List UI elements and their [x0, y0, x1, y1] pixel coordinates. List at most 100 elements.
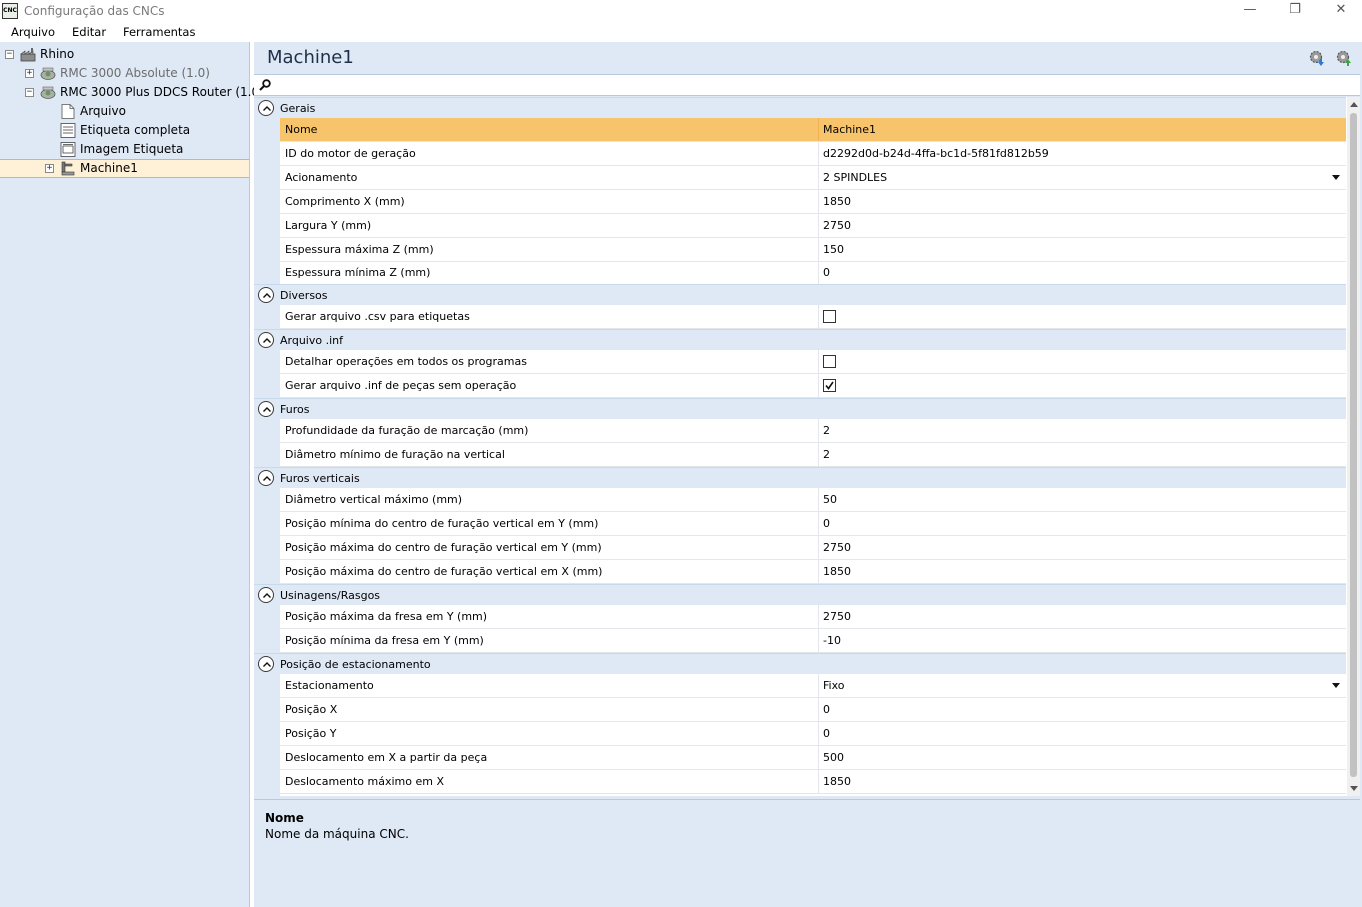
- menu-arquivo[interactable]: Arquivo: [11, 25, 55, 39]
- tree-node-imagem[interactable]: Imagem Etiqueta: [0, 140, 249, 159]
- collapse-icon[interactable]: −: [5, 50, 14, 59]
- property-row-fresa-max-y[interactable]: Posição máxima da fresa em Y (mm) 2750: [280, 605, 1346, 629]
- property-name: Posição X: [285, 703, 338, 716]
- collapse-category-icon[interactable]: [258, 100, 274, 116]
- collapse-category-icon[interactable]: [258, 287, 274, 303]
- property-row-posicao-y[interactable]: Posição Y 0: [280, 722, 1346, 746]
- property-value-field[interactable]: 1850: [818, 190, 1346, 213]
- minimize-button[interactable]: —: [1227, 0, 1273, 22]
- property-row-estacionamento[interactable]: Estacionamento Fixo: [280, 674, 1346, 698]
- category-furos-verticais[interactable]: Furos verticais: [254, 467, 1346, 488]
- vertical-scrollbar[interactable]: [1347, 97, 1360, 796]
- property-row-pos-min-y[interactable]: Posição mínima do centro de furação vert…: [280, 512, 1346, 536]
- property-value-field[interactable]: 50: [818, 488, 1346, 511]
- gerar-inf-checkbox[interactable]: [823, 379, 836, 392]
- property-value-field[interactable]: 0: [818, 512, 1346, 535]
- collapse-category-icon[interactable]: [258, 470, 274, 486]
- collapse-category-icon[interactable]: [258, 656, 274, 672]
- detalhar-checkbox[interactable]: [823, 355, 836, 368]
- property-row-deslocamento[interactable]: Deslocamento em X a partir da peça 500: [280, 746, 1346, 770]
- csv-checkbox[interactable]: [823, 310, 836, 323]
- property-row-pos-max-y[interactable]: Posição máxima do centro de furação vert…: [280, 536, 1346, 560]
- collapse-icon[interactable]: −: [25, 88, 34, 97]
- estacionamento-dropdown[interactable]: Fixo: [818, 674, 1346, 697]
- property-value-field[interactable]: -10: [818, 629, 1346, 652]
- property-value-field[interactable]: 0: [818, 722, 1346, 745]
- property-name: Gerar arquivo .inf de peças sem operação: [285, 379, 517, 392]
- property-value-field[interactable]: 150: [818, 238, 1346, 261]
- property-value-field[interactable]: 2: [818, 443, 1346, 466]
- property-row-posicao-x[interactable]: Posição X 0: [280, 698, 1346, 722]
- property-row-pos-max-x[interactable]: Posição máxima do centro de furação vert…: [280, 560, 1346, 584]
- close-button[interactable]: ✕: [1318, 0, 1362, 22]
- property-row-profundidade[interactable]: Profundidade da furação de marcação (mm)…: [280, 419, 1346, 443]
- description-panel: Nome Nome da máquina CNC.: [254, 799, 1360, 905]
- category-estacionamento[interactable]: Posição de estacionamento: [254, 653, 1346, 674]
- scroll-up-icon[interactable]: [1350, 102, 1358, 107]
- property-row-comprimento-x[interactable]: Comprimento X (mm) 1850: [280, 190, 1346, 214]
- property-row-diametro-max[interactable]: Diâmetro vertical máximo (mm) 50: [280, 488, 1346, 512]
- tree-node-machine-a[interactable]: + RMC 3000 Absolute (1.0): [0, 64, 249, 83]
- tree-node-machine1[interactable]: + Machine1: [0, 159, 249, 178]
- collapse-category-icon[interactable]: [258, 587, 274, 603]
- property-value: 0: [823, 727, 830, 740]
- acionamento-dropdown[interactable]: 2 SPINDLES: [818, 166, 1346, 189]
- property-row-csv[interactable]: Gerar arquivo .csv para etiquetas: [280, 305, 1346, 329]
- tree-node-etiqueta[interactable]: Etiqueta completa: [0, 121, 249, 140]
- property-row-espessura-max[interactable]: Espessura máxima Z (mm) 150: [280, 238, 1346, 262]
- property-value-field[interactable]: 1850: [818, 770, 1346, 793]
- property-row-largura-y[interactable]: Largura Y (mm) 2750: [280, 214, 1346, 238]
- property-value-field[interactable]: 1850: [818, 560, 1346, 583]
- category-gerais[interactable]: Gerais: [254, 97, 1346, 118]
- menu-ferramentas[interactable]: Ferramentas: [123, 25, 195, 39]
- property-name: Largura Y (mm): [285, 219, 372, 232]
- tree-label-etiqueta: Etiqueta completa: [80, 123, 191, 137]
- property-value-field[interactable]: Machine1: [818, 118, 1346, 141]
- menu-editar[interactable]: Editar: [72, 25, 106, 39]
- dropdown-arrow-icon[interactable]: [1332, 175, 1340, 180]
- property-row-detalhar[interactable]: Detalhar operações em todos os programas: [280, 350, 1346, 374]
- category-furos[interactable]: Furos: [254, 398, 1346, 419]
- tree-node-rhino[interactable]: − Rhino: [0, 45, 249, 64]
- scroll-thumb[interactable]: [1350, 113, 1357, 777]
- property-value-field[interactable]: 2750: [818, 605, 1346, 628]
- expand-icon[interactable]: +: [45, 164, 54, 173]
- property-value: 1850: [823, 195, 851, 208]
- property-row-gerar-inf[interactable]: Gerar arquivo .inf de peças sem operação: [280, 374, 1346, 398]
- collapse-category-icon[interactable]: [258, 401, 274, 417]
- property-value-field[interactable]: 2: [818, 419, 1346, 442]
- scroll-down-icon[interactable]: [1350, 786, 1358, 791]
- collapse-category-icon[interactable]: [258, 332, 274, 348]
- property-row-diametro-min[interactable]: Diâmetro mínimo de furação na vertical 2: [280, 443, 1346, 467]
- property-row-deslocamento-max[interactable]: Deslocamento máximo em X 1850: [280, 770, 1346, 794]
- property-row-nome[interactable]: Nome Machine1: [280, 118, 1346, 142]
- search-bar[interactable]: [254, 74, 1360, 96]
- property-row-id[interactable]: ID do motor de geração d2292d0d-b24d-4ff…: [280, 142, 1346, 166]
- expand-icon[interactable]: +: [25, 69, 34, 78]
- property-value: -10: [823, 634, 841, 647]
- category-label: Usinagens/Rasgos: [280, 589, 381, 602]
- property-value-field[interactable]: 0: [818, 261, 1346, 284]
- property-value-field[interactable]: 500: [818, 746, 1346, 769]
- category-arquivo-inf[interactable]: Arquivo .inf: [254, 329, 1346, 350]
- gear-upload-icon[interactable]: [1308, 49, 1326, 67]
- tree-node-machine-b[interactable]: − RMC 3000 Plus DDCS Router (1.0): [0, 83, 264, 102]
- dropdown-arrow-icon[interactable]: [1332, 683, 1340, 688]
- property-value-field[interactable]: 2750: [818, 214, 1346, 237]
- property-row-acionamento[interactable]: Acionamento 2 SPINDLES: [280, 166, 1346, 190]
- category-usinagens[interactable]: Usinagens/Rasgos: [254, 584, 1346, 605]
- restore-button[interactable]: ❐: [1272, 0, 1318, 22]
- tree-node-arquivo[interactable]: Arquivo: [0, 102, 249, 121]
- property-name: Posição máxima do centro de furação vert…: [285, 565, 603, 578]
- gear-download-icon[interactable]: [1335, 49, 1353, 67]
- property-value-field[interactable]: d2292d0d-b24d-4ffa-bc1d-5f81fd812b59: [818, 142, 1346, 165]
- property-row-fresa-min-y[interactable]: Posição mínima da fresa em Y (mm) -10: [280, 629, 1346, 653]
- category-diversos[interactable]: Diversos: [254, 284, 1346, 305]
- property-row-espessura-min[interactable]: Espessura mínima Z (mm) 0: [280, 261, 1346, 285]
- property-value: 0: [823, 703, 830, 716]
- property-value: 500: [823, 751, 844, 764]
- property-value-field[interactable]: 2750: [818, 536, 1346, 559]
- machine-tree: − Rhino + RMC 3000 Absolute (1.0) − RMC …: [0, 42, 264, 907]
- property-name: Detalhar operações em todos os programas: [285, 355, 527, 368]
- property-value-field[interactable]: 0: [818, 698, 1346, 721]
